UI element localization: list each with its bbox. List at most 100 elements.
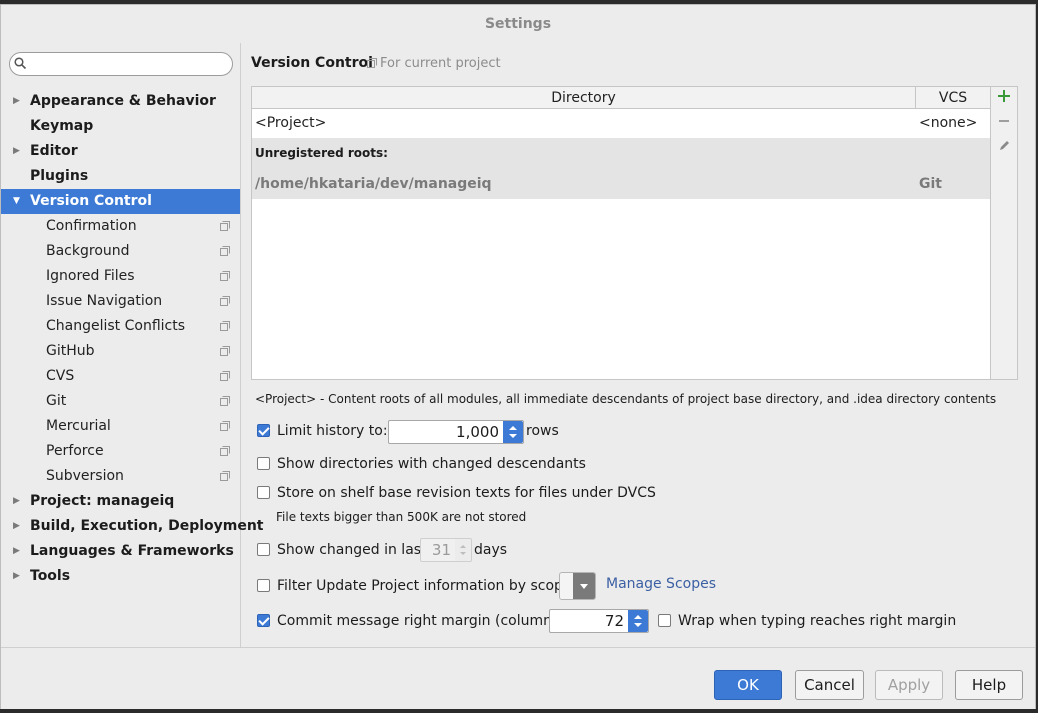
expand-arrow-icon[interactable]: ▶ xyxy=(13,139,20,164)
sidebar-item-ignored-files[interactable]: Ignored Files xyxy=(1,264,240,289)
show-changed-spinner[interactable]: 31 xyxy=(420,538,472,562)
edit-mapping-button[interactable] xyxy=(996,139,1012,155)
store-on-shelf-checkbox[interactable] xyxy=(257,486,270,499)
sidebar-item-mercurial[interactable]: Mercurial xyxy=(1,414,240,439)
sidebar-item-confirmation[interactable]: Confirmation xyxy=(1,214,240,239)
scope-note: For current project xyxy=(367,56,501,71)
sidebar-item-issue-navigation[interactable]: Issue Navigation xyxy=(1,289,240,314)
search-input[interactable] xyxy=(32,55,226,75)
ok-button[interactable]: OK xyxy=(714,670,782,700)
commit-margin-value[interactable]: 72 xyxy=(605,612,624,630)
collapse-arrow-icon[interactable]: ▼ xyxy=(13,189,20,214)
project-scope-icon xyxy=(220,446,230,456)
project-scope-icon xyxy=(367,58,377,68)
expand-arrow-icon[interactable]: ▶ xyxy=(13,514,20,539)
spinner-arrows-icon[interactable] xyxy=(455,539,471,561)
sidebar-item-plugins[interactable]: Plugins xyxy=(1,164,240,189)
add-icon xyxy=(998,90,1010,102)
sidebar-item-version-control[interactable]: ▼ Version Control xyxy=(1,189,240,214)
spinner-arrows-icon[interactable] xyxy=(628,610,648,632)
sidebar-item-background[interactable]: Background xyxy=(1,239,240,264)
sidebar-item-project-manageiq[interactable]: ▶ Project: manageiq xyxy=(1,489,240,514)
sidebar-item-perforce[interactable]: Perforce xyxy=(1,439,240,464)
project-scope-icon xyxy=(220,471,230,481)
scope-note-label: For current project xyxy=(380,56,501,71)
apply-button[interactable]: Apply xyxy=(875,670,943,700)
project-scope-icon xyxy=(220,346,230,356)
wrap-typing-label: Wrap when typing reaches right margin xyxy=(678,613,957,629)
project-scope-icon xyxy=(220,321,230,331)
column-header-directory[interactable]: Directory xyxy=(252,87,916,109)
limit-history-spinner[interactable]: 1,000 xyxy=(388,420,524,444)
dropdown-arrow-icon[interactable] xyxy=(573,573,595,599)
show-changed-checkbox[interactable] xyxy=(257,543,270,556)
sidebar-item-changelist-conflicts[interactable]: Changelist Conflicts xyxy=(1,314,240,339)
sidebar-item-label: Background xyxy=(46,243,130,259)
sidebar-item-languages-frameworks[interactable]: ▶ Languages & Frameworks xyxy=(1,539,240,564)
expand-arrow-icon[interactable]: ▶ xyxy=(13,564,20,589)
expand-arrow-icon[interactable]: ▶ xyxy=(13,539,20,564)
manage-scopes-link[interactable]: Manage Scopes xyxy=(606,576,716,592)
show-directories-checkbox[interactable] xyxy=(257,457,270,470)
sidebar-item-cvs[interactable]: CVS xyxy=(1,364,240,389)
expand-arrow-icon[interactable]: ▶ xyxy=(13,489,20,514)
project-roots-note: <Project> - Content roots of all modules… xyxy=(255,392,997,406)
unregistered-roots-label: Unregistered roots: xyxy=(255,146,388,160)
project-scope-icon xyxy=(220,271,230,281)
table-row[interactable]: <Project> <none> xyxy=(252,109,990,138)
sidebar-item-build-execution-deployment[interactable]: ▶ Build, Execution, Deployment xyxy=(1,514,264,539)
vcs-mappings-table[interactable]: Directory VCS <Project> <none> Unregiste… xyxy=(251,86,991,380)
unregistered-root-row[interactable]: /home/hkataria/dev/manageiq Git xyxy=(252,169,990,199)
project-scope-icon xyxy=(220,246,230,256)
sidebar-item-keymap[interactable]: Keymap xyxy=(1,114,240,139)
directory-cell: /home/hkataria/dev/manageiq xyxy=(255,176,492,192)
settings-search[interactable] xyxy=(9,52,233,76)
sidebar-item-tools[interactable]: ▶ Tools xyxy=(1,564,240,589)
remove-mapping-button[interactable] xyxy=(996,114,1012,130)
sidebar-item-subversion[interactable]: Subversion xyxy=(1,464,240,489)
sidebar-item-editor[interactable]: ▶ Editor xyxy=(1,139,240,164)
show-changed-suffix: days xyxy=(474,542,508,558)
sidebar-item-label: Project: manageiq xyxy=(30,493,175,509)
settings-sidebar: ▶ Appearance & Behavior Keymap ▶ Editor … xyxy=(1,43,264,647)
dialog-footer: OK Cancel Apply Help xyxy=(1,647,1035,711)
spinner-arrows-icon[interactable] xyxy=(503,421,523,443)
sidebar-item-git[interactable]: Git xyxy=(1,389,240,414)
sidebar-item-github[interactable]: GitHub xyxy=(1,339,240,364)
commit-margin-spinner[interactable]: 72 xyxy=(549,609,649,633)
page-title: Version Control xyxy=(251,55,373,71)
store-on-shelf-label: Store on shelf base revision texts for f… xyxy=(277,485,656,501)
sidebar-item-label: Confirmation xyxy=(46,218,137,234)
filter-update-checkbox[interactable] xyxy=(257,579,270,592)
background-editor-strip xyxy=(0,709,1038,713)
sidebar-item-label: CVS xyxy=(46,368,75,384)
limit-history-checkbox[interactable] xyxy=(257,424,270,437)
scope-combobox[interactable] xyxy=(559,572,596,600)
limit-history-suffix: rows xyxy=(526,423,559,439)
unregistered-roots-header: Unregistered roots: xyxy=(252,138,990,169)
sidebar-item-appearance-behavior[interactable]: ▶ Appearance & Behavior xyxy=(1,89,240,114)
wrap-typing-checkbox[interactable] xyxy=(658,614,671,627)
sidebar-item-label: Editor xyxy=(30,143,78,159)
sidebar-item-label: Changelist Conflicts xyxy=(46,318,186,334)
limit-history-value[interactable]: 1,000 xyxy=(456,423,499,441)
filter-update-label: Filter Update Project information by sco… xyxy=(277,578,572,594)
settings-content: Version Control For current project Dire… xyxy=(241,43,1035,647)
expand-arrow-icon[interactable]: ▶ xyxy=(13,89,20,114)
remove-icon xyxy=(999,120,1009,122)
directory-cell: <Project> xyxy=(255,115,327,131)
table-toolbar xyxy=(991,86,1018,380)
add-mapping-button[interactable] xyxy=(996,89,1012,105)
help-button[interactable]: Help xyxy=(955,670,1023,700)
column-header-vcs[interactable]: VCS xyxy=(916,87,990,109)
commit-margin-checkbox[interactable] xyxy=(257,614,270,627)
limit-history-label: Limit history to: xyxy=(277,423,388,439)
show-changed-value[interactable]: 31 xyxy=(432,541,451,559)
settings-dialog: Settings ▶ Appearance & Behavior Keymap … xyxy=(0,4,1036,711)
sidebar-item-label: Keymap xyxy=(30,118,94,134)
cancel-button[interactable]: Cancel xyxy=(795,670,864,700)
sidebar-item-label: Plugins xyxy=(30,168,89,184)
store-on-shelf-hint: File texts bigger than 500K are not stor… xyxy=(276,510,527,524)
show-changed-label: Show changed in last xyxy=(277,542,427,558)
pencil-icon xyxy=(1000,141,1009,150)
